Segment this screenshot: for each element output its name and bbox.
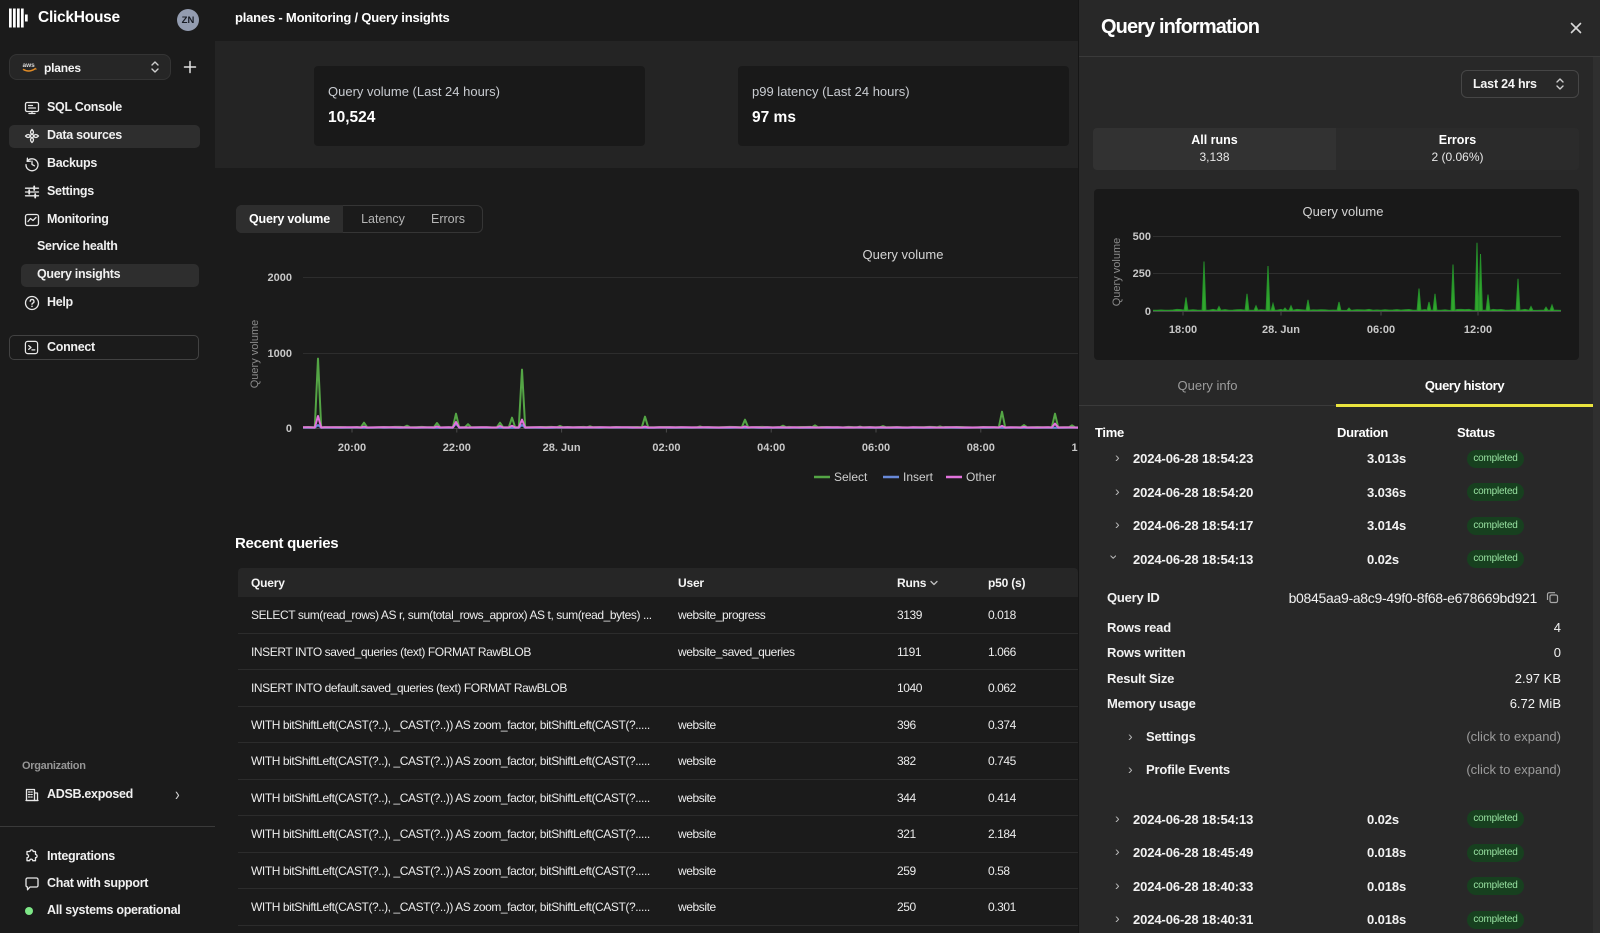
svg-text:250: 250 xyxy=(1133,268,1151,280)
svg-text:Insert: Insert xyxy=(903,470,934,484)
svg-text:20:00: 20:00 xyxy=(338,442,366,454)
svg-text:0: 0 xyxy=(1145,306,1151,318)
svg-text:Other: Other xyxy=(966,470,996,484)
svg-text:28. Jun: 28. Jun xyxy=(543,442,581,454)
svg-text:Query volume: Query volume xyxy=(249,320,261,388)
svg-text:0: 0 xyxy=(286,423,292,435)
svg-text:2000: 2000 xyxy=(268,272,292,284)
svg-text:Query volume: Query volume xyxy=(1111,238,1123,306)
svg-text:18:00: 18:00 xyxy=(1169,324,1197,336)
svg-text:06:00: 06:00 xyxy=(862,442,890,454)
svg-text:1000: 1000 xyxy=(268,348,292,360)
svg-text:aws: aws xyxy=(23,62,36,69)
svg-text:22:00: 22:00 xyxy=(443,442,471,454)
svg-text:Select: Select xyxy=(834,470,868,484)
svg-text:Query volume: Query volume xyxy=(863,247,944,262)
svg-text:500: 500 xyxy=(1133,231,1151,243)
svg-text:08:00: 08:00 xyxy=(967,442,995,454)
svg-text:02:00: 02:00 xyxy=(652,442,680,454)
svg-text:04:00: 04:00 xyxy=(757,442,785,454)
svg-text:12:00: 12:00 xyxy=(1464,324,1492,336)
svg-text:Query volume: Query volume xyxy=(1303,204,1384,219)
svg-text:06:00: 06:00 xyxy=(1367,324,1395,336)
svg-text:28. Jun: 28. Jun xyxy=(1262,324,1300,336)
